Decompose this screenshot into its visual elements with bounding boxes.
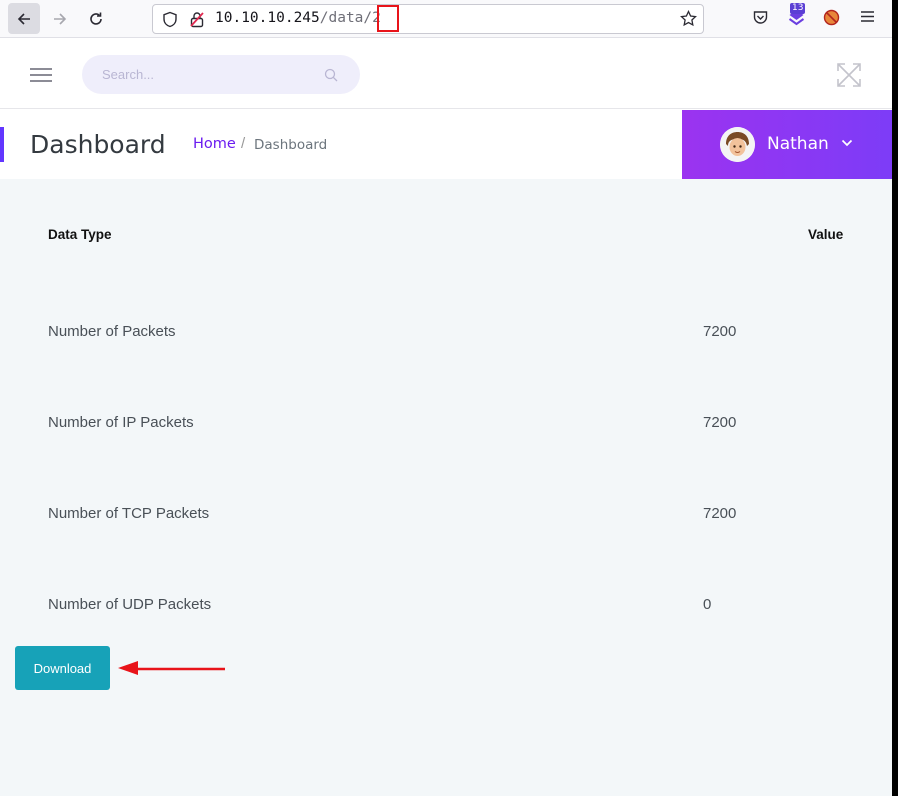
column-header-value: Value	[808, 227, 844, 242]
arrow-left-icon	[17, 12, 30, 25]
page-title-bar: Dashboard Home / Dashboard Nathan	[0, 110, 892, 179]
breadcrumb-current: Dashboard	[254, 137, 328, 153]
table-row-label: Number of Packets	[48, 323, 176, 340]
breadcrumb-separator: /	[241, 135, 246, 152]
forward-button[interactable]	[44, 3, 76, 34]
url-id-highlight	[377, 5, 399, 32]
sidebar-toggle-icon[interactable]	[30, 68, 52, 86]
insecure-lock-icon	[190, 12, 204, 28]
reload-icon	[90, 12, 102, 25]
app-header: Search...	[0, 39, 892, 109]
cookie-blocker-icon[interactable]	[823, 9, 840, 26]
table-row-label: Number of IP Packets	[48, 414, 194, 431]
page-title: Dashboard	[30, 130, 166, 159]
user-menu[interactable]: Nathan	[682, 110, 892, 179]
arrow-right-icon	[54, 12, 67, 25]
search-input[interactable]: Search...	[82, 55, 360, 94]
table-row-label: Number of UDP Packets	[48, 596, 212, 613]
shield-icon	[163, 11, 177, 28]
url-bar[interactable]: 10.10.10.245/data/2	[152, 4, 704, 34]
breadcrumb-home-link[interactable]: Home	[193, 136, 236, 152]
url-host: 10.10.10.245	[215, 10, 320, 26]
fullscreen-icon[interactable]	[836, 62, 862, 88]
search-placeholder: Search...	[102, 67, 155, 82]
table-row-value: 7200	[703, 414, 737, 431]
main-content: Data Type Value Number of Packets 7200 N…	[0, 179, 892, 796]
reload-button[interactable]	[80, 3, 112, 34]
chevron-down-icon	[841, 139, 853, 147]
extension-badge: 13	[790, 3, 806, 14]
table-row-value: 0	[703, 596, 712, 613]
title-accent-bar	[0, 127, 4, 162]
table-row-label: Number of TCP Packets	[48, 505, 210, 522]
table-row-value: 7200	[703, 323, 737, 340]
pocket-icon[interactable]	[752, 9, 769, 26]
search-icon[interactable]	[324, 68, 338, 82]
download-button[interactable]: Download	[15, 646, 110, 690]
back-button[interactable]	[8, 3, 40, 34]
url-path: /data/	[319, 10, 373, 26]
table-row-value: 7200	[703, 505, 737, 522]
annotation-arrow-icon	[118, 661, 225, 675]
user-name: Nathan	[767, 134, 829, 154]
avatar	[720, 127, 755, 162]
menu-icon[interactable]	[860, 9, 875, 24]
column-header-data-type: Data Type	[48, 227, 112, 242]
bookmark-star-icon[interactable]	[680, 10, 697, 27]
url-text[interactable]: 10.10.10.245/data/2	[215, 10, 381, 26]
browser-toolbar: 10.10.10.245/data/2 13	[0, 0, 892, 38]
browser-viewport: 10.10.10.245/data/2 13 Search... Dashboa…	[0, 0, 892, 796]
